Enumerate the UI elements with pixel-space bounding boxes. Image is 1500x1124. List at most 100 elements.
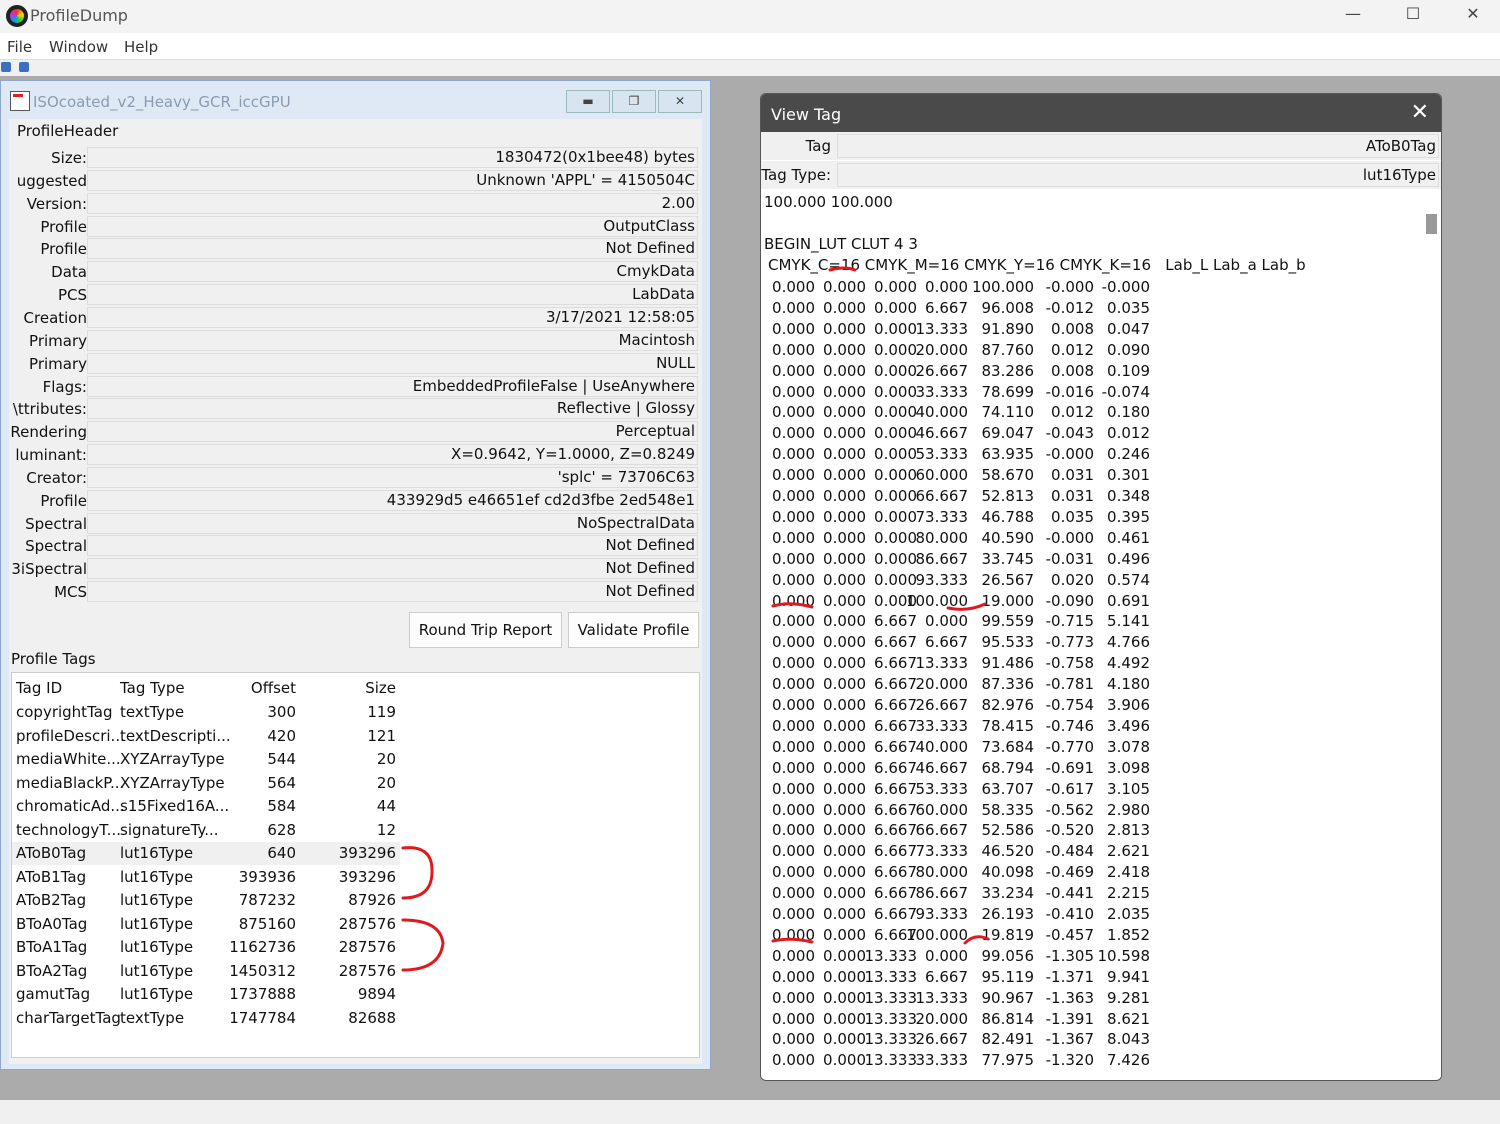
header-label: Data — [51, 263, 87, 282]
lut-value: 2.215 — [1107, 884, 1150, 903]
header-value[interactable]: NoSpectralData — [87, 512, 698, 534]
close-button[interactable]: ✕ — [1453, 4, 1493, 28]
lut-row: 0.000 0.000 6.667 6.667 95.533 -0.773 4.766 — [761, 633, 1421, 654]
lut-value: 93.333 — [915, 905, 969, 923]
maximize-button[interactable]: ☐ — [1393, 4, 1433, 28]
lut-value: 40.000 — [915, 403, 969, 422]
header-value[interactable]: Not Defined — [87, 558, 698, 580]
table-row[interactable]: AToB1Tag lut16Type 393936 393296 — [12, 866, 400, 889]
table-row[interactable]: gamutTag lut16Type 1737888 9894 — [12, 983, 400, 1006]
lut-value: 26.667 — [915, 696, 969, 714]
col-offset[interactable]: Offset — [251, 679, 296, 697]
header-label: uggested — [16, 171, 87, 190]
tag-size: 121 — [367, 726, 396, 745]
lut-value: 66.667 — [915, 821, 969, 840]
header-value[interactable]: Not Defined — [87, 238, 698, 260]
child-restore-button[interactable]: ❐ — [612, 90, 656, 113]
dialog-close-icon[interactable]: ✕ — [1411, 100, 1429, 125]
tag-id: BToA2Tag — [16, 961, 88, 980]
minimize-button[interactable]: — — [1333, 4, 1373, 28]
child-minimize-button[interactable]: ▬ — [566, 90, 610, 113]
tag-id: AToB1Tag — [16, 867, 87, 886]
table-row[interactable]: BToA1Tag lut16Type 1162736 287576 — [12, 936, 400, 959]
tag-type-field: Tag Type: lut16Type — [761, 161, 1441, 189]
menu-window[interactable]: Window — [49, 38, 108, 56]
header-row: Profile 433929d5 e46651ef cd2d3fbe 2ed548… — [9, 489, 702, 512]
table-row[interactable]: mediaBlackP... XYZArrayType 564 20 — [12, 772, 400, 795]
tag-offset: 1450312 — [229, 961, 296, 980]
text-line: CMYK_C=16 CMYK_M=16 CMYK_Y=16 CMYK_K=16 … — [768, 256, 1306, 274]
header-value[interactable]: 2.00 — [87, 192, 698, 214]
header-value[interactable]: Unknown 'APPL' = 4150504C — [87, 169, 698, 191]
tag-size: 44 — [376, 797, 396, 815]
header-value[interactable]: Perceptual — [87, 421, 698, 443]
lut-row: 0.000 0.000 6.667 93.333 26.193 -0.410 2.035 — [761, 905, 1421, 926]
table-row[interactable]: AToB2Tag lut16Type 787232 87926 — [12, 889, 400, 912]
lut-value: 46.667 — [915, 758, 969, 777]
scrollbar-thumb[interactable] — [1426, 214, 1437, 234]
header-value[interactable]: X=0.9642, Y=1.0000, Z=0.8249 — [87, 444, 698, 466]
header-value[interactable]: 433929d5 e46651ef cd2d3fbe 2ed548e1 — [87, 489, 698, 511]
header-value[interactable]: Reflective | Glossy — [87, 398, 698, 420]
header-value[interactable]: Not Defined — [87, 581, 698, 603]
tag-type-value[interactable]: lut16Type — [837, 163, 1439, 187]
header-value[interactable]: CmykData — [87, 261, 698, 283]
lut-value: 53.333 — [915, 445, 969, 464]
table-row[interactable]: chromaticAd... s15Fixed16A... 584 44 — [12, 795, 400, 818]
header-value[interactable]: 'splc' = 73706C63 — [87, 466, 698, 488]
validate-profile-button[interactable]: Validate Profile — [568, 612, 699, 648]
table-row[interactable]: charTargetTag textType 1747784 82688 — [12, 1007, 400, 1030]
header-row: Flags: EmbeddedProfileFalse | UseAnywhere — [9, 375, 702, 398]
lut-row: 0.000 0.000 0.000 60.000 58.670 0.031 0.301 — [761, 466, 1421, 487]
menu-bar: File Window Help — [0, 33, 1500, 60]
header-value[interactable]: NULL — [87, 352, 698, 374]
table-row[interactable]: BToA2Tag lut16Type 1450312 287576 — [12, 960, 400, 983]
table-row[interactable]: mediaWhite... XYZArrayType 544 20 — [12, 748, 400, 771]
lut-row: 0.000 0.000 13.333 6.667 95.119 -1.371 9.941 — [761, 968, 1421, 989]
lut-value: 6.667 — [925, 298, 968, 317]
status-bar — [0, 1100, 1500, 1124]
tag-offset: 787232 — [238, 891, 296, 909]
header-value[interactable]: Not Defined — [87, 535, 698, 557]
header-value[interactable]: LabData — [87, 284, 698, 306]
header-value[interactable]: OutputClass — [87, 215, 698, 237]
tag-type: lut16Type — [120, 844, 194, 862]
app-titlebar: ProfileDump — ☐ ✕ — [0, 0, 1500, 33]
about-icon[interactable] — [19, 62, 29, 72]
table-row[interactable]: profileDescri... textDescripti... 420 121 — [12, 725, 400, 748]
lut-value: 0.180 — [1107, 403, 1150, 422]
col-tag-type[interactable]: Tag Type — [120, 679, 185, 697]
round-trip-report-button[interactable]: Round Trip Report — [409, 612, 562, 648]
header-value[interactable]: 3/17/2021 12:58:05 — [87, 306, 698, 328]
tag-type: lut16Type — [120, 961, 194, 980]
lut-row: 0.000 0.000 0.000 86.667 33.745 -0.031 0.496 — [761, 550, 1421, 571]
lut-row: 0.000 0.000 13.333 20.000 86.814 -1.391 8.621 — [761, 1010, 1421, 1031]
header-value[interactable]: EmbeddedProfileFalse | UseAnywhere — [87, 375, 698, 397]
menu-help[interactable]: Help — [124, 38, 158, 56]
vertical-scrollbar[interactable] — [1421, 190, 1441, 1080]
header-value[interactable]: 1830472(0x1bee48) bytes — [87, 147, 698, 168]
table-row[interactable]: AToB0Tag lut16Type 640 393296 — [12, 842, 400, 865]
col-tag-id[interactable]: Tag ID — [16, 679, 62, 697]
lut-value: 0.301 — [1107, 466, 1150, 485]
lut-row: 0.000 0.000 0.000 6.667 96.008 -0.012 0.035 — [761, 299, 1421, 320]
lut-row: 0.000 0.000 0.000 33.333 78.699 -0.016 -0.074 — [761, 383, 1421, 404]
tag-value[interactable]: AToB0Tag — [837, 134, 1439, 158]
lut-row: 0.000 0.000 0.000 46.667 69.047 -0.043 0.012 — [761, 424, 1421, 445]
tag-size: 9894 — [357, 985, 396, 1003]
tag-content-text[interactable]: 100.000 100.000 BEGIN_LUT CLUT 4 3 CMYK_… — [761, 190, 1441, 1080]
lut-row: 0.000 0.000 6.667 26.667 82.976 -0.754 3.906 — [761, 696, 1421, 717]
table-row[interactable]: BToA0Tag lut16Type 875160 287576 — [12, 913, 400, 936]
menu-file[interactable]: File — [7, 38, 32, 56]
table-row[interactable]: technologyT... signatureTy... 628 12 — [12, 819, 400, 842]
col-size[interactable]: Size — [365, 679, 396, 697]
lut-value: 33.333 — [915, 1051, 969, 1070]
table-row[interactable]: copyrightTag textType 300 119 — [12, 701, 400, 724]
app-logo-icon — [6, 5, 28, 27]
header-value[interactable]: Macintosh — [87, 329, 698, 351]
lut-row: 0.000 0.000 6.667 86.667 33.234 -0.441 2.215 — [761, 884, 1421, 905]
profile-body: ProfileHeader Size: 1830472(0x1bee48) byt… — [9, 119, 702, 1064]
open-icon[interactable] — [1, 62, 11, 72]
child-close-button[interactable]: ✕ — [658, 90, 702, 113]
lut-value: 8.043 — [1107, 1030, 1150, 1049]
